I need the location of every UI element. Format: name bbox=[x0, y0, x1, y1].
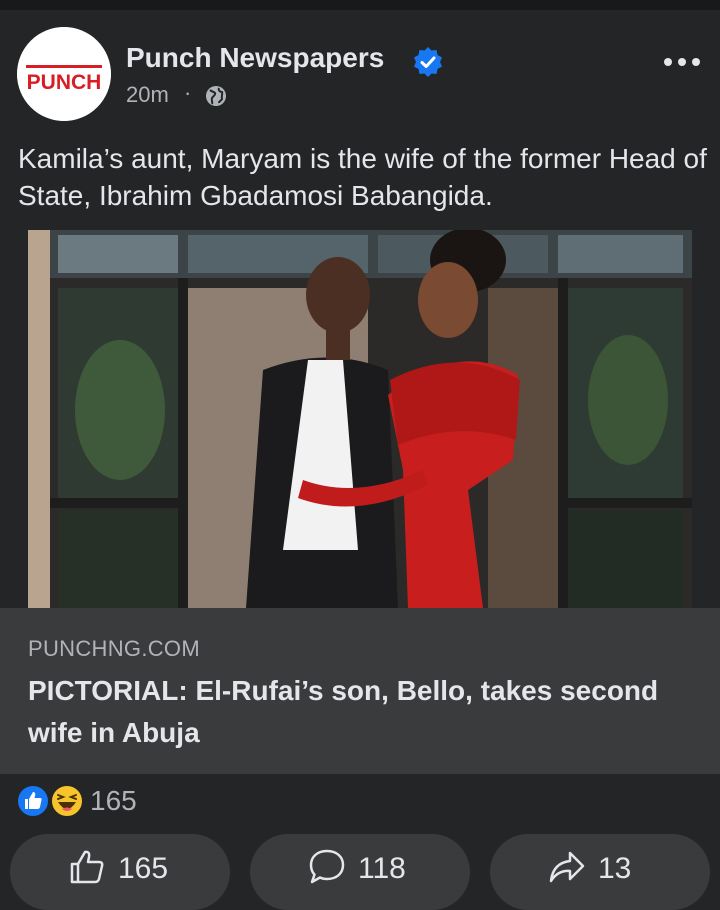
globe-icon bbox=[206, 86, 226, 106]
status-strip bbox=[0, 0, 720, 10]
verified-badge-icon bbox=[414, 47, 442, 77]
post-time[interactable]: 20m bbox=[126, 82, 169, 108]
logo-text: PUNCH bbox=[27, 71, 102, 94]
post-photo[interactable] bbox=[28, 230, 692, 608]
page-name[interactable]: Punch Newspapers bbox=[126, 42, 384, 74]
avatar[interactable]: PUNCH bbox=[17, 27, 111, 121]
like-reaction-icon bbox=[16, 784, 50, 818]
meta-separator: · bbox=[184, 80, 192, 105]
punch-logo: PUNCH bbox=[17, 27, 111, 121]
more-horizontal-icon[interactable] bbox=[662, 52, 702, 72]
link-headline: PICTORIAL: El-Rufai’s son, Bello, takes … bbox=[28, 675, 659, 748]
share-count: 13 bbox=[598, 852, 632, 885]
share-button[interactable]: 13 bbox=[490, 834, 710, 910]
comment-icon bbox=[309, 849, 345, 884]
post-header: PUNCH Punch Newspapers 20m · bbox=[0, 10, 720, 128]
reaction-count: 165 bbox=[90, 785, 137, 816]
like-button[interactable]: 165 bbox=[10, 834, 230, 910]
link-domain: PUNCHNG.COM bbox=[28, 636, 200, 661]
share-arrow-icon bbox=[549, 851, 585, 883]
post-text: Kamila’s aunt, Maryam is the wife of the… bbox=[18, 143, 707, 211]
comment-button[interactable]: 118 bbox=[250, 834, 470, 910]
like-count: 165 bbox=[118, 852, 169, 885]
couple-photo-image bbox=[28, 230, 692, 608]
thumbs-up-icon bbox=[70, 850, 104, 884]
comment-count: 118 bbox=[358, 852, 406, 885]
haha-reaction-icon bbox=[50, 784, 84, 818]
link-preview-card[interactable]: PUNCHNG.COM PICTORIAL: El-Rufai’s son, B… bbox=[0, 608, 720, 774]
